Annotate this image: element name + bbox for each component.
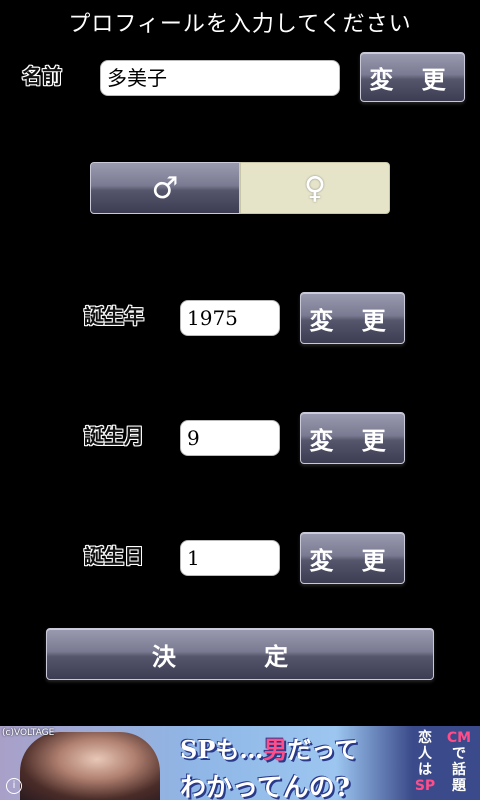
ad-banner[interactable]: (c)VOLTAGE SPも…男だって わかってんの? 恋 人 は SP CM … xyxy=(0,726,480,800)
birth-day-change-button[interactable]: 変 更 xyxy=(300,532,405,584)
ad-headline: SPも…男だって わかってんの? xyxy=(180,730,358,800)
info-icon[interactable]: i xyxy=(6,778,22,794)
ad-side-char: CM xyxy=(446,730,472,746)
male-icon: ♂ xyxy=(151,170,179,206)
ad-side-text-left: 恋 人 は SP xyxy=(414,730,436,794)
birth-year-change-button[interactable]: 変 更 xyxy=(300,292,405,344)
birth-year-label: 誕生年 xyxy=(84,304,144,328)
name-change-button[interactable]: 変 更 xyxy=(360,52,465,102)
ad-headline-part1: SPも… xyxy=(180,735,264,764)
ad-side-char: SP xyxy=(414,778,436,794)
ad-headline-part2: 男 xyxy=(263,735,288,764)
birth-day-field[interactable]: 1 xyxy=(180,540,280,576)
ad-headline-part3: だって xyxy=(287,735,359,764)
birth-year-field[interactable]: 1975 xyxy=(180,300,280,336)
male-toggle[interactable]: ♂ xyxy=(90,162,240,214)
ad-side-char: で xyxy=(452,746,466,762)
birth-month-label: 誕生月 xyxy=(84,424,144,448)
birth-day-label: 誕生日 xyxy=(84,544,144,568)
ad-side-text-right: CM で 話 題 xyxy=(446,730,472,794)
female-icon: ♀ xyxy=(304,170,326,206)
name-field[interactable]: 多美子 xyxy=(100,60,340,96)
birth-month-field[interactable]: 9 xyxy=(180,420,280,456)
page-title: プロフィールを入力してください xyxy=(68,12,412,37)
ad-side-char: 話 xyxy=(452,762,466,778)
ad-side-char: 人 xyxy=(418,746,432,762)
name-label: 名前 xyxy=(22,64,62,88)
ad-headline-line2: わかってんの? xyxy=(180,773,350,800)
ad-side-char: 恋 xyxy=(418,730,432,746)
ad-side-char: は xyxy=(418,762,432,778)
ad-copyright: (c)VOLTAGE xyxy=(2,728,55,738)
submit-button[interactable]: 決 定 xyxy=(46,628,434,680)
ad-character-image xyxy=(20,732,160,800)
birth-month-change-button[interactable]: 変 更 xyxy=(300,412,405,464)
female-toggle[interactable]: ♀ xyxy=(240,162,390,214)
ad-side-char: 題 xyxy=(452,778,466,794)
